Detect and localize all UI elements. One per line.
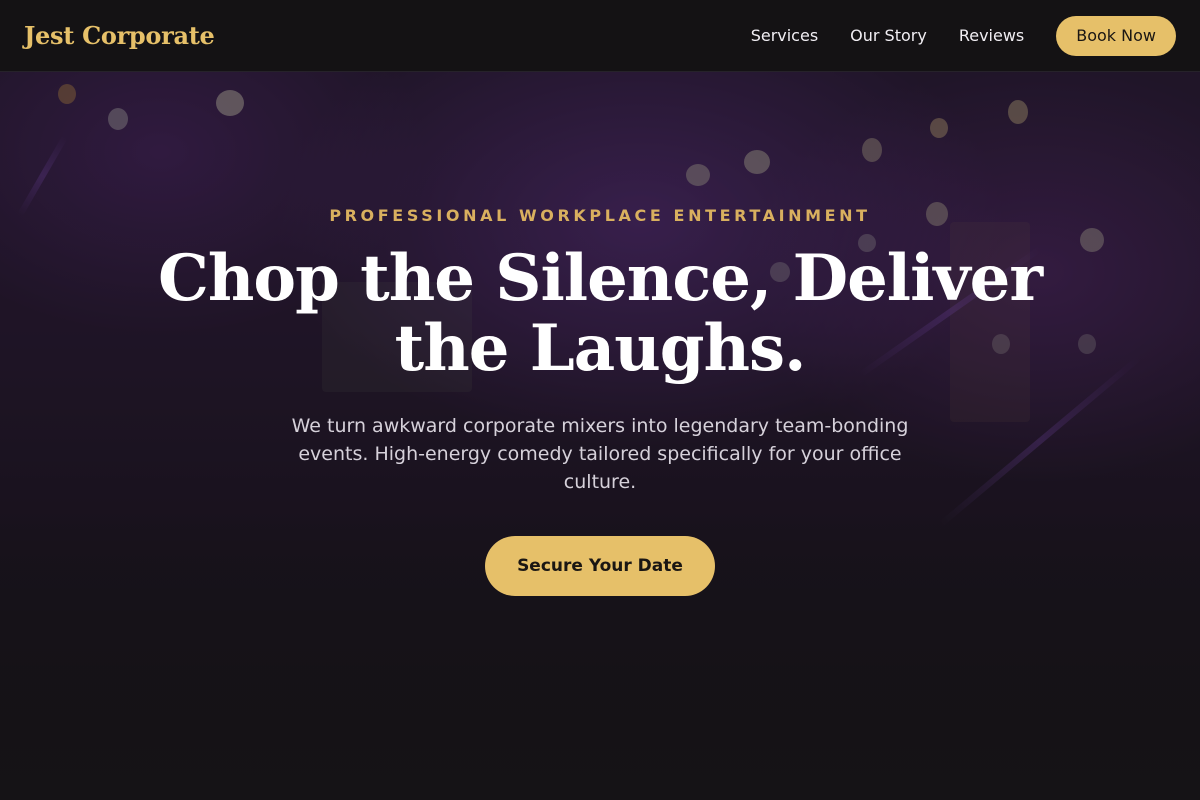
hero-headline: Chop the Silence, Deliver the Laughs.	[157, 241, 1043, 386]
main-nav: Services Our Story Reviews Book Now	[751, 15, 1176, 56]
nav-link-reviews[interactable]: Reviews	[959, 26, 1024, 45]
site-header: Jest Corporate Services Our Story Review…	[0, 0, 1200, 72]
hero-eyebrow: PROFESSIONAL WORKPLACE ENTERTAINMENT	[329, 206, 871, 225]
secure-your-date-button[interactable]: Secure Your Date	[485, 536, 715, 596]
hero-subtext: We turn awkward corporate mixers into le…	[291, 415, 909, 493]
book-now-button[interactable]: Book Now	[1056, 15, 1176, 56]
nav-link-services[interactable]: Services	[751, 26, 818, 45]
logo[interactable]: Jest Corporate	[24, 21, 215, 50]
hero-content: PROFESSIONAL WORKPLACE ENTERTAINMENT Cho…	[0, 72, 1200, 800]
nav-link-our-story[interactable]: Our Story	[850, 26, 927, 45]
hero-section: PROFESSIONAL WORKPLACE ENTERTAINMENT Cho…	[0, 72, 1200, 800]
